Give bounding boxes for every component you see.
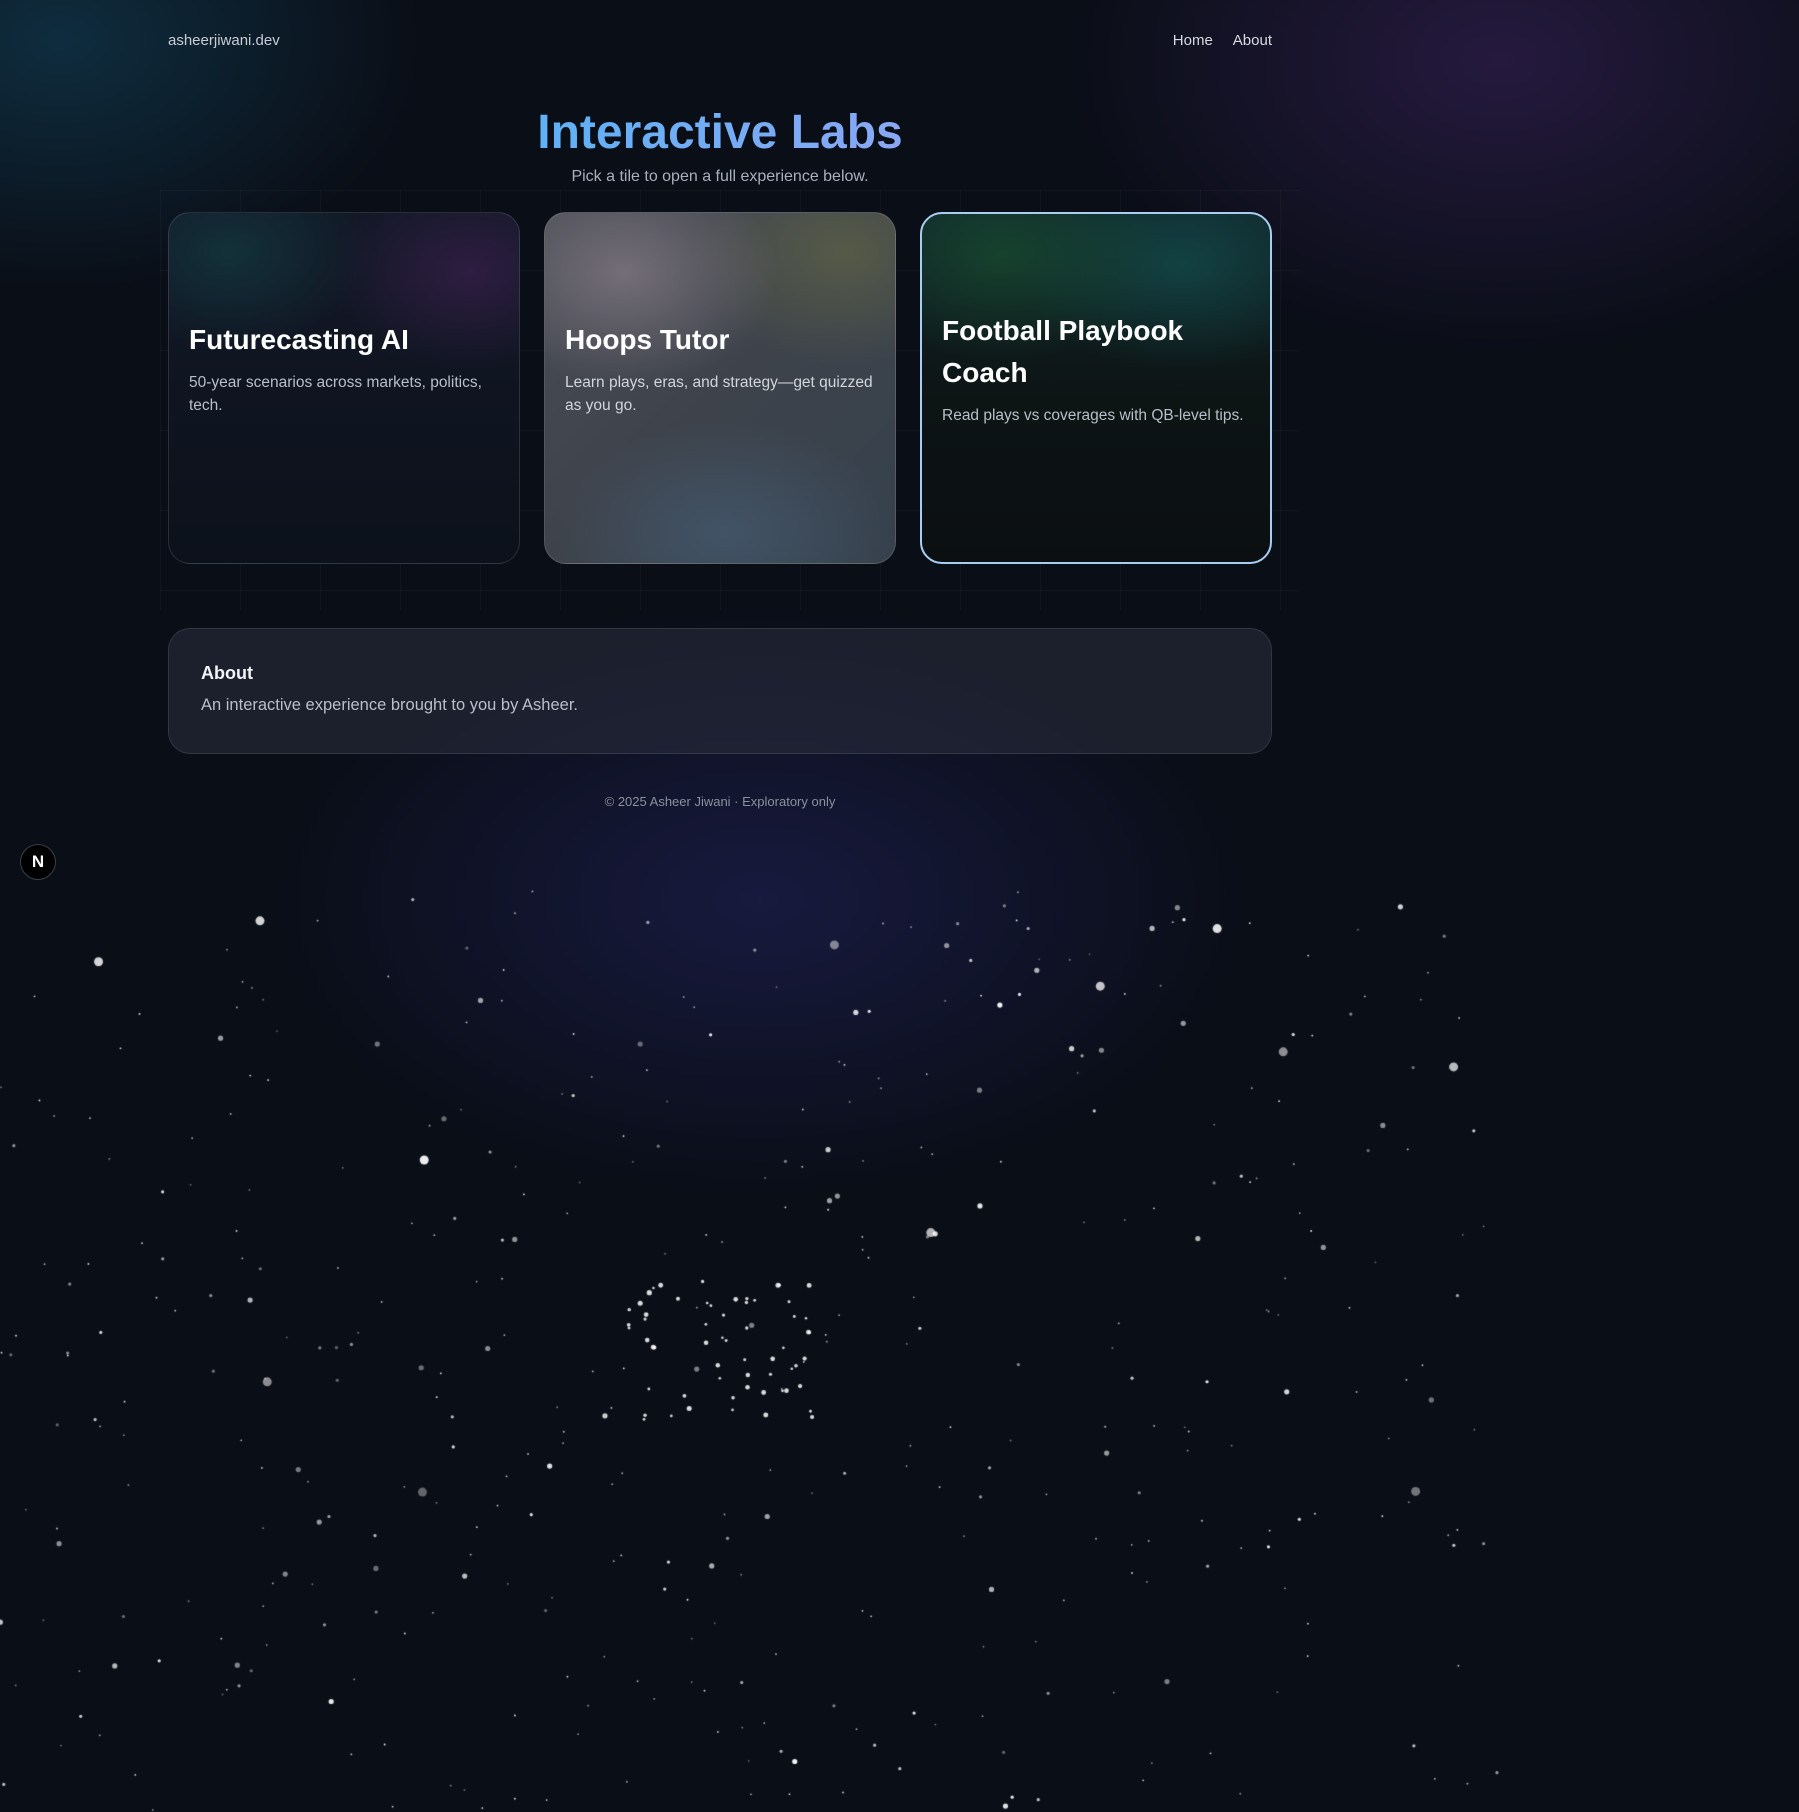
tile-title: Futurecasting AI xyxy=(189,324,409,355)
footer: © 2025 Asheer Jiwani · Exploratory only xyxy=(604,794,836,809)
nav-link-about[interactable]: About xyxy=(1233,32,1272,49)
tile-hoops-tutor[interactable]: Hoops Tutor Learn plays, eras, and strat… xyxy=(544,212,896,564)
nextjs-icon[interactable]: N xyxy=(20,844,56,880)
about-text: An interactive experience brought to you… xyxy=(201,696,578,714)
tile-description: 50-year scenarios across markets, politi… xyxy=(189,374,482,414)
top-nav: asheerjiwani.dev Home About xyxy=(168,32,1272,49)
tile-title: Football Playbook Coach xyxy=(942,314,1184,388)
tile-title: Hoops Tutor xyxy=(565,324,730,355)
brand-link[interactable]: asheerjiwani.dev xyxy=(168,32,280,49)
page-subtitle: Pick a tile to open a full experience be… xyxy=(571,168,869,185)
tile-football-playbook-coach[interactable]: Football Playbook Coach Read plays vs co… xyxy=(920,212,1272,564)
tile-description: Read plays vs coverages with QB-level ti… xyxy=(942,406,1244,424)
about-card: About An interactive experience brought … xyxy=(168,628,1272,754)
page: asheerjiwani.dev Home About Interactive … xyxy=(0,0,1799,1812)
tile-description: Learn plays, eras, and strategy—get quiz… xyxy=(565,374,873,414)
tile-futurecasting-ai[interactable]: Futurecasting AI 50-year scenarios acros… xyxy=(168,212,520,564)
hero: Interactive Labs Pick a tile to open a f… xyxy=(168,100,1272,186)
tiles-grid: Futurecasting AI 50-year scenarios acros… xyxy=(168,212,1272,564)
about-heading: About xyxy=(201,663,253,683)
page-title: Interactive Labs xyxy=(537,100,902,166)
nav-link-home[interactable]: Home xyxy=(1173,32,1213,49)
nav-links: Home About xyxy=(1173,32,1272,49)
